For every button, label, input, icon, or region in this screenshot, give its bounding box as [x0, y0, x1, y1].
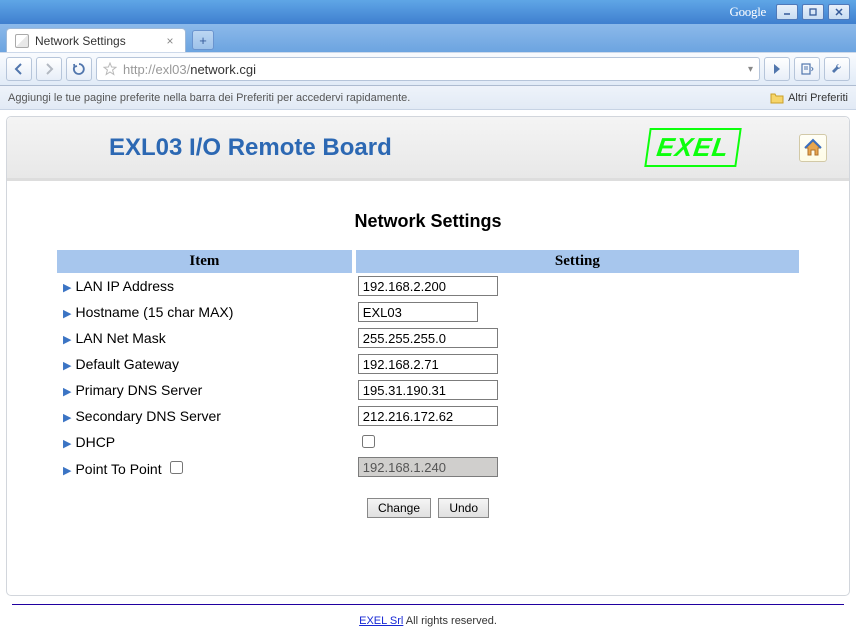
- address-path: network.cgi: [190, 62, 256, 77]
- page-header: EXL03 I/O Remote Board EXEL: [7, 117, 849, 181]
- window-close-button[interactable]: [828, 4, 850, 20]
- page-icon: [15, 34, 29, 48]
- input-lan-ip[interactable]: [358, 276, 498, 296]
- wrench-menu-button[interactable]: [824, 57, 850, 81]
- board-title: EXL03 I/O Remote Board: [29, 134, 647, 162]
- row-dns1: ▶ Primary DNS Server: [57, 377, 799, 403]
- back-button[interactable]: [6, 57, 32, 81]
- bullet-icon: ▶: [63, 385, 71, 398]
- row-netmask: ▶ LAN Net Mask: [57, 325, 799, 351]
- checkbox-ptp[interactable]: [170, 461, 183, 474]
- new-tab-button[interactable]: +: [192, 30, 214, 50]
- exel-logo: EXEL: [644, 128, 741, 167]
- forward-button[interactable]: [36, 57, 62, 81]
- label-dns2: Secondary DNS Server: [75, 408, 221, 424]
- window-minimize-button[interactable]: [776, 4, 798, 20]
- label-netmask: LAN Net Mask: [75, 330, 165, 346]
- tab-network-settings[interactable]: Network Settings ×: [6, 28, 186, 52]
- input-ptp: [358, 457, 498, 477]
- footer-text: All rights reserved.: [403, 615, 497, 627]
- label-hostname: Hostname (15 char MAX): [75, 304, 233, 320]
- page-frame: EXL03 I/O Remote Board EXEL Network Sett…: [6, 116, 850, 596]
- tab-close-button[interactable]: ×: [163, 34, 177, 48]
- footer-link[interactable]: EXEL Srl: [359, 615, 403, 627]
- other-bookmarks-label: Altri Preferiti: [788, 92, 848, 104]
- row-hostname: ▶ Hostname (15 char MAX): [57, 299, 799, 325]
- reload-button[interactable]: [66, 57, 92, 81]
- input-dns2[interactable]: [358, 406, 498, 426]
- address-host: http://exl03/: [123, 62, 190, 77]
- checkbox-dhcp[interactable]: [362, 435, 375, 448]
- row-lan-ip: ▶ LAN IP Address: [57, 273, 799, 299]
- bookmark-hint-text: Aggiungi le tue pagine preferite nella b…: [8, 92, 410, 104]
- undo-button[interactable]: Undo: [438, 498, 489, 518]
- google-wordmark: Google: [730, 4, 766, 20]
- tab-title: Network Settings: [35, 34, 126, 48]
- browser-toolbar: http://exl03/network.cgi ▾: [0, 52, 856, 86]
- home-button[interactable]: [799, 134, 827, 162]
- input-dns1[interactable]: [358, 380, 498, 400]
- bullet-icon: ▶: [63, 359, 71, 372]
- settings-table: Item Setting ▶ LAN IP Address ▶ Hostname (…: [57, 250, 799, 480]
- bullet-icon: ▶: [63, 281, 71, 294]
- bullet-icon: ▶: [63, 333, 71, 346]
- row-gateway: ▶ Default Gateway: [57, 351, 799, 377]
- input-netmask[interactable]: [358, 328, 498, 348]
- label-ptp: Point To Point: [75, 461, 161, 477]
- address-url: http://exl03/network.cgi: [123, 62, 256, 77]
- folder-icon: [770, 92, 784, 104]
- input-gateway[interactable]: [358, 354, 498, 374]
- address-dropdown-icon[interactable]: ▾: [748, 64, 753, 75]
- row-dhcp: ▶ DHCP: [57, 429, 799, 454]
- page-menu-button[interactable]: [794, 57, 820, 81]
- label-lan-ip: LAN IP Address: [75, 278, 174, 294]
- window-maximize-button[interactable]: [802, 4, 824, 20]
- page-viewport: EXL03 I/O Remote Board EXEL Network Sett…: [0, 110, 856, 628]
- home-icon: [803, 138, 823, 158]
- input-hostname[interactable]: [358, 302, 478, 322]
- row-dns2: ▶ Secondary DNS Server: [57, 403, 799, 429]
- bookmark-star-icon[interactable]: [103, 62, 117, 76]
- change-button[interactable]: Change: [367, 498, 431, 518]
- label-gateway: Default Gateway: [75, 356, 179, 372]
- bullet-icon: ▶: [63, 411, 71, 424]
- label-dns1: Primary DNS Server: [75, 382, 202, 398]
- bullet-icon: ▶: [63, 307, 71, 320]
- other-bookmarks-button[interactable]: Altri Preferiti: [770, 92, 848, 104]
- bullet-icon: ▶: [63, 464, 71, 477]
- window-titlebar: Google: [0, 0, 856, 24]
- bullet-icon: ▶: [63, 437, 71, 450]
- row-ptp: ▶ Point To Point: [57, 454, 799, 480]
- label-dhcp: DHCP: [75, 434, 115, 450]
- bookmark-bar: Aggiungi le tue pagine preferite nella b…: [0, 86, 856, 110]
- column-header-item: Item: [57, 250, 354, 273]
- tab-strip: Network Settings × +: [0, 24, 856, 52]
- go-button[interactable]: [764, 57, 790, 81]
- address-bar[interactable]: http://exl03/network.cgi ▾: [96, 57, 760, 81]
- page-heading: Network Settings: [57, 211, 799, 232]
- footer: EXEL Srl All rights reserved.: [6, 605, 850, 628]
- column-header-setting: Setting: [354, 250, 799, 273]
